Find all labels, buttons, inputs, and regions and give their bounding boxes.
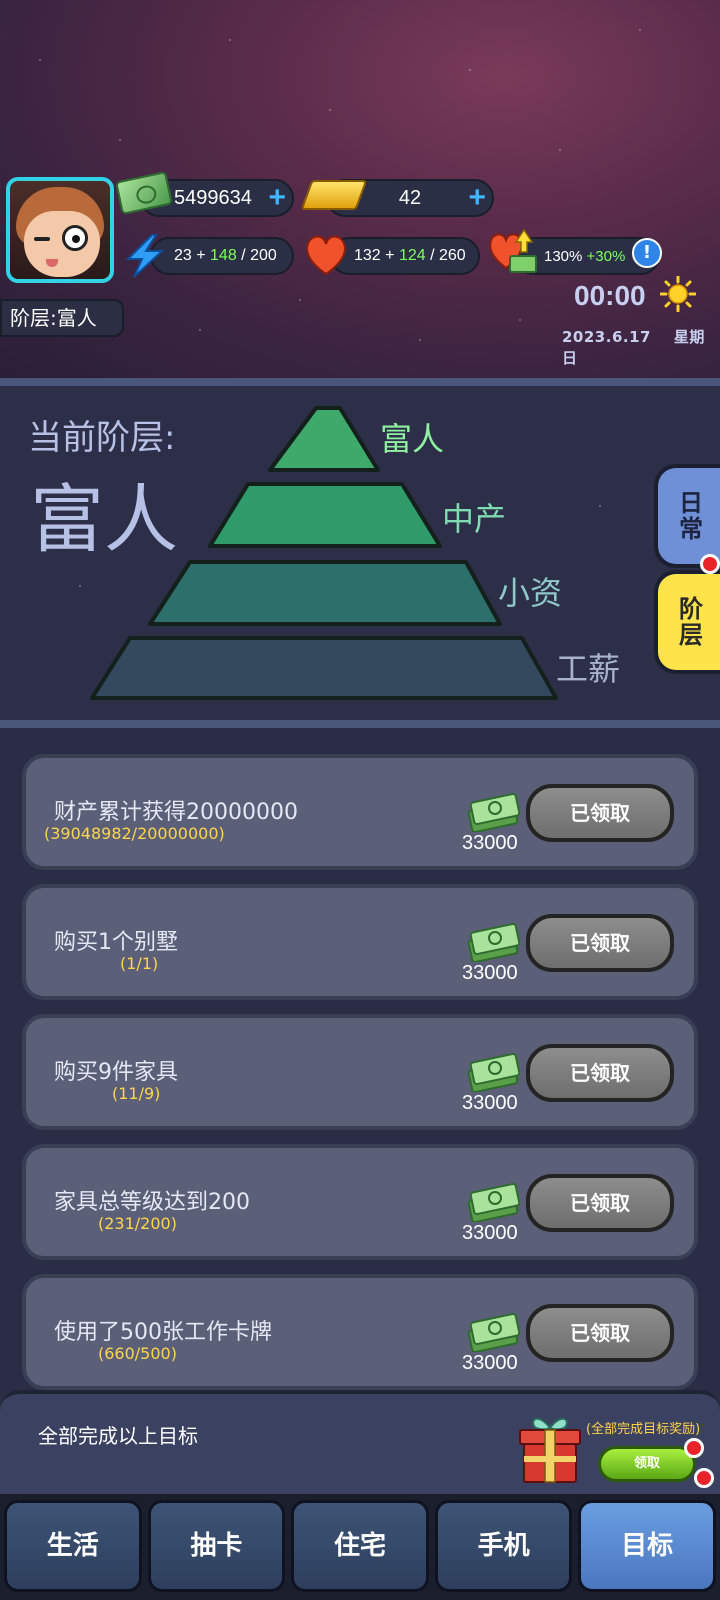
pyramid-level-middle: [208, 482, 442, 548]
quest-progress: (660/500): [98, 1344, 177, 1363]
game-date: 2023.6.17 星期日: [562, 326, 720, 368]
avatar-face: [24, 211, 100, 277]
health-bonus: 124: [398, 247, 426, 264]
cash-reward-icon: [467, 1183, 521, 1222]
pyramid-label-worker: 工薪: [556, 650, 620, 688]
tier-pyramid-panel: 当前阶层: 富人 富人 中产 小资 工薪 日常 阶层: [0, 378, 720, 728]
energy-counter: 23 + 148 / 200: [150, 237, 294, 275]
quest-reward-amount: 33000: [462, 1352, 518, 1374]
claimed-button[interactable]: 已领取: [526, 1174, 674, 1232]
nav-life[interactable]: 生活: [4, 1500, 142, 1592]
nav-housing[interactable]: 住宅: [291, 1500, 429, 1592]
quest-reward-amount: 33000: [462, 962, 518, 984]
pyramid-level-petty: [148, 560, 502, 626]
header-panel: 5499634 + 42 + 23 + 148 / 200 132 + 124 …: [0, 0, 720, 378]
health-counter: 132 + 124 / 260: [330, 237, 480, 275]
nav-draw-card[interactable]: 抽卡: [147, 1500, 286, 1592]
pyramid-level-rich: [268, 406, 380, 472]
date-value: 2023.6.17: [562, 328, 651, 346]
lightning-icon: [125, 234, 165, 278]
avatar-wink: [34, 237, 50, 241]
quest-item: 购买9件家具 (11/9) 33000 已领取: [22, 1014, 698, 1130]
info-icon[interactable]: !: [632, 238, 662, 268]
cash-reward-icon: [467, 1313, 521, 1352]
all-goals-text: 全部完成以上目标: [38, 1424, 198, 1448]
gift-icon: [519, 1417, 581, 1483]
gold-bar-icon: [300, 180, 368, 210]
quest-item: 财产累计获得20000000 (39048982/20000000) 33000…: [22, 754, 698, 870]
quest-reward-amount: 33000: [462, 832, 518, 854]
quest-title: 购买1个别墅: [54, 930, 178, 955]
quest-item: 使用了500张工作卡牌 (660/500) 33000 已领取: [22, 1274, 698, 1390]
cash-value: 5499634: [174, 186, 252, 209]
pyramid-label-petty: 小资: [498, 574, 562, 612]
claimed-button[interactable]: 已领取: [526, 914, 674, 972]
claimed-button[interactable]: 已领取: [526, 1044, 674, 1102]
sun-icon: [660, 276, 696, 312]
nav-goals-notification-dot: [694, 1468, 714, 1488]
quest-progress: (1/1): [120, 954, 159, 973]
all-goals-bar: 全部完成以上目标 (全部完成目标奖励) 领取: [0, 1390, 720, 1494]
pyramid-label-middle: 中产: [442, 500, 506, 538]
claim-all-goals-button[interactable]: 领取: [598, 1446, 696, 1482]
pyramid-level-worker: [90, 636, 558, 700]
cash-reward-icon: [467, 793, 521, 832]
cash-reward-icon: [467, 923, 521, 962]
add-gold-button[interactable]: +: [468, 183, 486, 213]
tab-tier[interactable]: 阶层: [654, 570, 720, 674]
nav-goals[interactable]: 目标: [578, 1500, 716, 1592]
boost-bonus: +30%: [586, 247, 626, 265]
bottom-nav: 生活 抽卡 住宅 手机 目标: [0, 1494, 720, 1600]
boost-base: 130%: [544, 247, 583, 265]
tab-tier-notification-dot: [700, 554, 720, 574]
cash-reward-icon: [467, 1053, 521, 1092]
quest-title: 使用了500张工作卡牌: [54, 1320, 272, 1345]
quest-item: 购买1个别墅 (1/1) 33000 已领取: [22, 884, 698, 1000]
all-goals-reward-label: (全部完成目标奖励): [586, 1422, 701, 1437]
player-avatar[interactable]: [6, 177, 114, 283]
health-max: 260: [438, 247, 466, 264]
quest-title: 家具总等级达到200: [54, 1190, 250, 1215]
claimed-button[interactable]: 已领取: [526, 784, 674, 842]
claim-notification-dot: [684, 1438, 704, 1458]
energy-max: 200: [250, 247, 277, 264]
quest-title: 购买9件家具: [54, 1060, 178, 1085]
tab-daily[interactable]: 日常: [654, 464, 720, 568]
pyramid-label-rich: 富人: [380, 420, 444, 458]
claimed-button[interactable]: 已领取: [526, 1304, 674, 1362]
quest-progress: (11/9): [112, 1084, 161, 1103]
game-clock: 00:00: [574, 280, 646, 311]
heart-icon: [306, 235, 346, 276]
quest-progress: (231/200): [98, 1214, 177, 1233]
gold-value: 42: [398, 186, 422, 209]
nav-phone[interactable]: 手机: [434, 1500, 573, 1592]
add-cash-button[interactable]: +: [268, 183, 286, 213]
avatar-eye: [62, 225, 88, 251]
heart-cash-up-icon: [489, 228, 537, 273]
quest-reward-amount: 33000: [462, 1222, 518, 1244]
health-current: 132: [354, 247, 381, 264]
tier-badge: 阶层:富人: [0, 299, 124, 337]
energy-bonus: 148: [210, 247, 237, 264]
quest-item: 家具总等级达到200 (231/200) 33000 已领取: [22, 1144, 698, 1260]
quest-progress: (39048982/20000000): [44, 824, 225, 843]
tier-pyramid: 富人 中产 小资 工薪: [90, 406, 620, 700]
quest-reward-amount: 33000: [462, 1092, 518, 1114]
energy-current: 23: [174, 247, 192, 264]
quest-title: 财产累计获得20000000: [54, 800, 298, 825]
